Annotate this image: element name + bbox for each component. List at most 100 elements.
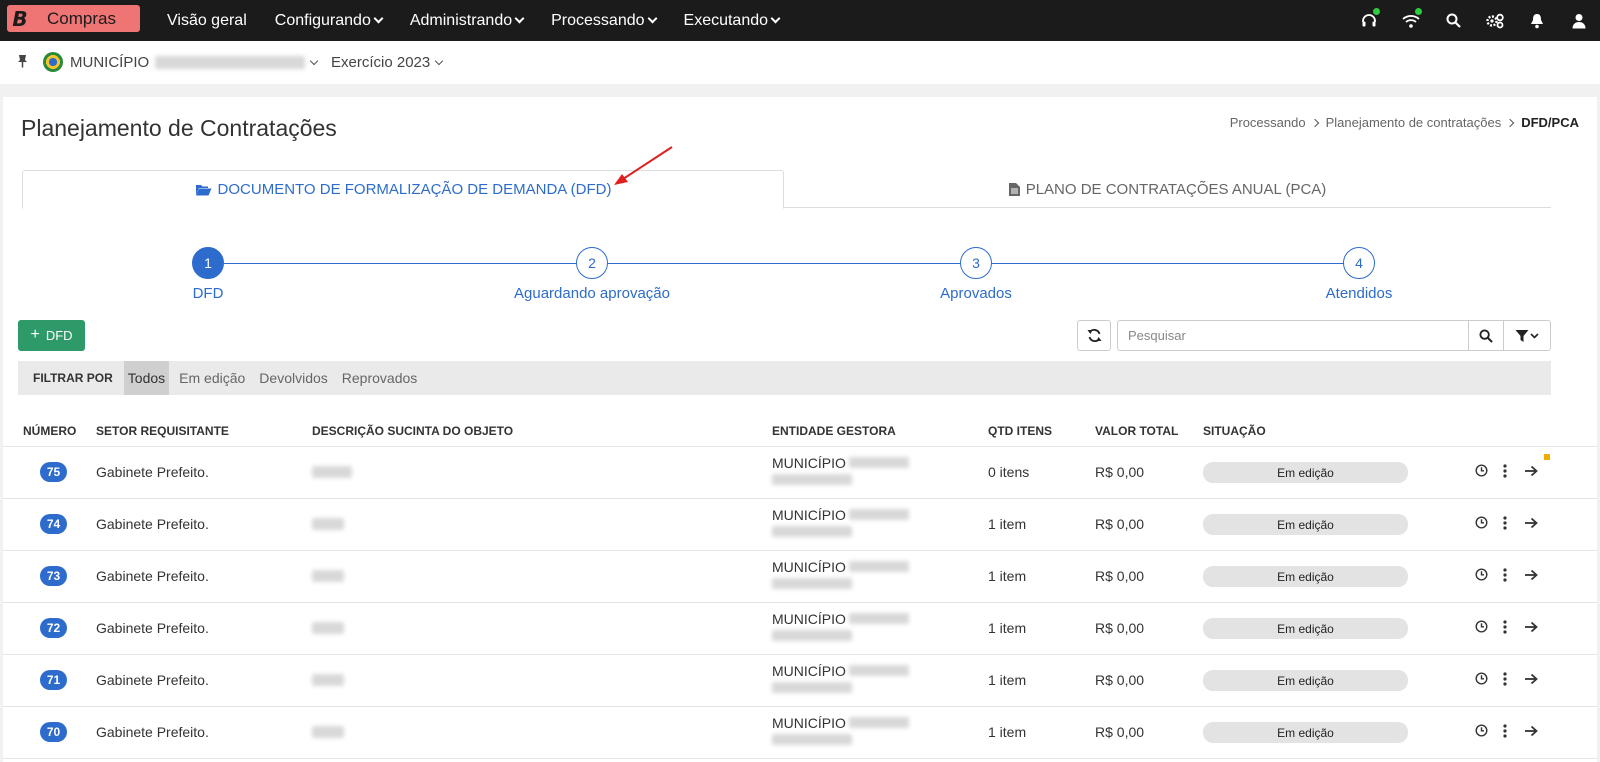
- history-clock-icon[interactable]: [1475, 516, 1488, 532]
- nav-label: Configurando: [274, 11, 371, 29]
- folder-open-icon: [195, 185, 212, 196]
- filter-option-reprovados[interactable]: Reprovados: [338, 361, 422, 395]
- kebab-menu-icon[interactable]: [1503, 620, 1507, 637]
- row-setor: Gabinete Prefeito.: [96, 672, 209, 688]
- exercicio-selector[interactable]: Exercício 2023: [331, 54, 444, 71]
- step-aprovados[interactable]: 3 Aprovados: [856, 247, 1096, 302]
- redacted-entidade: [772, 734, 852, 745]
- history-clock-icon[interactable]: [1475, 568, 1488, 584]
- row-entidade: MUNICÍPIO: [772, 663, 909, 697]
- stepper: 1 DFD 2 Aguardando aprovação 3 Aprovados…: [3, 247, 1597, 307]
- kebab-menu-icon[interactable]: [1503, 516, 1507, 533]
- breadcrumb-item[interactable]: Processando: [1230, 115, 1306, 130]
- redacted-entidade: [848, 665, 909, 676]
- row-qtd: 1 item: [988, 724, 1027, 740]
- filter-option-em-edicao[interactable]: Em edição: [175, 361, 249, 395]
- status-badge: Em edição: [1203, 670, 1408, 691]
- arrow-right-icon[interactable]: [1524, 516, 1538, 532]
- row-setor: Gabinete Prefeito.: [96, 724, 209, 740]
- table-row[interactable]: 73 Gabinete Prefeito. MUNICÍPIO 1 item R…: [3, 551, 1597, 603]
- step-number: 1: [192, 247, 224, 279]
- redacted-entidade: [772, 526, 852, 537]
- step-atendidos[interactable]: 4 Atendidos: [1239, 247, 1479, 302]
- refresh-button[interactable]: [1077, 320, 1111, 351]
- nav-configurando[interactable]: Configurando: [274, 11, 384, 30]
- row-entidade-label: MUNICÍPIO: [772, 611, 846, 627]
- arrow-right-icon[interactable]: [1524, 620, 1538, 636]
- main-menu: Visão geral Configurando Administrando P…: [167, 0, 807, 41]
- kebab-menu-icon[interactable]: [1503, 464, 1507, 481]
- column-header-numero[interactable]: NÚMERO: [23, 424, 76, 438]
- redacted-descricao: [312, 518, 344, 530]
- row-valor: R$ 0,00: [1095, 620, 1145, 636]
- table-row[interactable]: 75 Gabinete Prefeito. MUNICÍPIO 0 itens …: [3, 447, 1597, 499]
- row-setor: Gabinete Prefeito.: [96, 464, 209, 480]
- nav-processando[interactable]: Processando: [551, 12, 657, 30]
- top-navbar: B Compras Visão geral Configurando Admin…: [0, 0, 1600, 41]
- filter-bar: FILTRAR POR Todos Em edição Devolvidos R…: [18, 361, 1551, 395]
- arrow-right-icon[interactable]: [1524, 672, 1538, 688]
- kebab-menu-icon[interactable]: [1503, 568, 1507, 585]
- filter-dropdown-button[interactable]: [1503, 320, 1551, 351]
- row-entidade: MUNICÍPIO: [772, 507, 909, 541]
- cogs-icon[interactable]: [1474, 0, 1516, 41]
- filter-option-devolvidos[interactable]: Devolvidos: [255, 361, 331, 395]
- nav-administrando[interactable]: Administrando: [409, 11, 525, 30]
- page-title: Planejamento de Contratações: [21, 115, 337, 141]
- table-row[interactable]: 74 Gabinete Prefeito. MUNICÍPIO 1 item R…: [3, 499, 1597, 551]
- brand-name: Compras: [47, 8, 116, 28]
- nav-label: Administrando: [409, 11, 513, 29]
- row-number-badge: 75: [40, 462, 67, 482]
- history-clock-icon[interactable]: [1475, 672, 1488, 688]
- pin-icon[interactable]: [17, 54, 28, 72]
- kebab-menu-icon[interactable]: [1503, 672, 1507, 689]
- column-header-descricao[interactable]: DESCRIÇÃO SUCINTA DO OBJETO: [312, 424, 513, 438]
- history-clock-icon[interactable]: [1475, 464, 1488, 480]
- search-icon[interactable]: [1432, 0, 1474, 41]
- status-badge: Em edição: [1203, 514, 1408, 535]
- table-row[interactable]: 70 Gabinete Prefeito. MUNICÍPIO 1 item R…: [3, 707, 1597, 759]
- history-clock-icon[interactable]: [1475, 724, 1488, 740]
- row-setor: Gabinete Prefeito.: [96, 568, 209, 584]
- table-row[interactable]: 72 Gabinete Prefeito. MUNICÍPIO 1 item R…: [3, 603, 1597, 655]
- step-number: 3: [960, 247, 992, 279]
- online-indicator: [1373, 8, 1380, 15]
- tabs: DOCUMENTO DE FORMALIZAÇÃO DE DEMANDA (DF…: [22, 170, 1551, 209]
- row-valor: R$ 0,00: [1095, 464, 1145, 480]
- brand-logo[interactable]: B Compras: [7, 5, 140, 32]
- step-label: Aguardando aprovação: [514, 285, 670, 302]
- breadcrumb-item[interactable]: Planejamento de contratações: [1326, 115, 1502, 130]
- column-header-entidade[interactable]: ENTIDADE GESTORA: [772, 424, 896, 438]
- search-input[interactable]: [1117, 320, 1469, 351]
- row-flag-indicator: [1544, 454, 1550, 460]
- table-row[interactable]: 71 Gabinete Prefeito. MUNICÍPIO 1 item R…: [3, 655, 1597, 707]
- column-header-valor[interactable]: VALOR TOTAL: [1095, 424, 1178, 438]
- tab-pca[interactable]: PLANO DE CONTRATAÇÕES ANUAL (PCA): [784, 170, 1551, 208]
- step-label: Aprovados: [940, 285, 1012, 302]
- nav-visao-geral[interactable]: Visão geral: [167, 12, 247, 30]
- row-qtd: 1 item: [988, 620, 1027, 636]
- chevron-down-icon: [309, 56, 319, 65]
- arrow-right-icon[interactable]: [1524, 568, 1538, 584]
- column-header-qtd[interactable]: QTD ITENS: [988, 424, 1052, 438]
- history-clock-icon[interactable]: [1475, 620, 1488, 636]
- wifi-icon[interactable]: [1390, 0, 1432, 41]
- main-panel: Planejamento de Contratações Processando…: [3, 97, 1597, 762]
- redacted-entidade: [772, 474, 852, 485]
- column-header-situacao[interactable]: SITUAÇÃO: [1203, 424, 1266, 438]
- kebab-menu-icon[interactable]: [1503, 724, 1507, 741]
- step-dfd[interactable]: 1 DFD: [88, 247, 328, 302]
- headset-icon[interactable]: [1348, 0, 1390, 41]
- municipio-selector[interactable]: MUNICÍPIO: [70, 54, 319, 71]
- search-button[interactable]: [1468, 320, 1504, 351]
- column-header-setor[interactable]: SETOR REQUISITANTE: [96, 424, 229, 438]
- filter-option-todos[interactable]: Todos: [123, 361, 170, 395]
- user-icon[interactable]: [1558, 0, 1600, 41]
- tab-label: PLANO DE CONTRATAÇÕES ANUAL (PCA): [1025, 180, 1327, 198]
- nav-executando[interactable]: Executando: [684, 12, 781, 30]
- bell-icon[interactable]: [1516, 0, 1558, 41]
- arrow-right-icon[interactable]: [1524, 464, 1538, 480]
- add-dfd-button[interactable]: + DFD: [18, 320, 85, 351]
- step-aguardando-aprovacao[interactable]: 2 Aguardando aprovação: [472, 247, 712, 302]
- arrow-right-icon[interactable]: [1524, 724, 1538, 740]
